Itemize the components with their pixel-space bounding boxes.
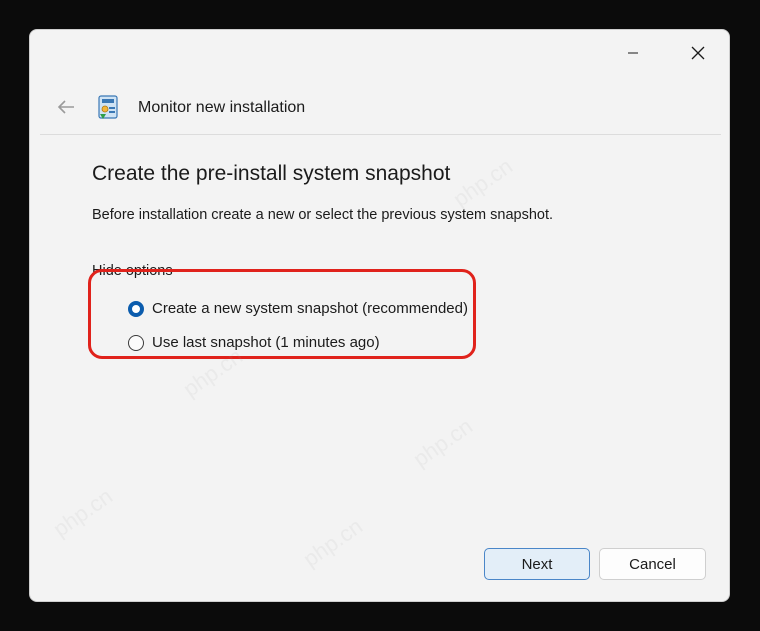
watermark: php.cn [298, 513, 367, 572]
radio-unselected-icon[interactable] [128, 334, 144, 351]
option-label: Create a new system snapshot (recommende… [152, 300, 468, 317]
page-heading: Create the pre-install system snapshot [92, 162, 451, 185]
radio-selected-icon[interactable] [128, 300, 144, 317]
watermark: php.cn [48, 483, 117, 542]
page-description: Before installation create a new or sele… [92, 207, 554, 223]
option-create-new-snapshot[interactable]: Create a new system snapshot (recommende… [128, 300, 468, 317]
minimize-icon [628, 52, 638, 54]
watermark: php.cn [178, 343, 247, 402]
option-use-last-snapshot[interactable]: Use last snapshot (1 minutes ago) [128, 334, 380, 351]
close-icon [691, 46, 705, 60]
option-label: Use last snapshot (1 minutes ago) [152, 334, 380, 351]
window-title: Monitor new installation [138, 99, 306, 116]
back-arrow-icon [57, 100, 74, 114]
watermark: php.cn [408, 413, 477, 472]
next-button[interactable]: Next [484, 548, 590, 580]
minimize-button[interactable] [610, 36, 656, 70]
watermark: php.cn [448, 153, 517, 212]
wizard-header: Monitor new installation [30, 86, 729, 128]
close-button[interactable] [675, 36, 721, 70]
back-button[interactable] [52, 94, 80, 120]
hide-options-link[interactable]: Hide options [92, 263, 173, 279]
installer-app-icon [98, 95, 118, 119]
header-divider [40, 134, 721, 135]
cancel-button[interactable]: Cancel [599, 548, 706, 580]
installer-window: Monitor new installation Create the pre-… [29, 29, 730, 602]
